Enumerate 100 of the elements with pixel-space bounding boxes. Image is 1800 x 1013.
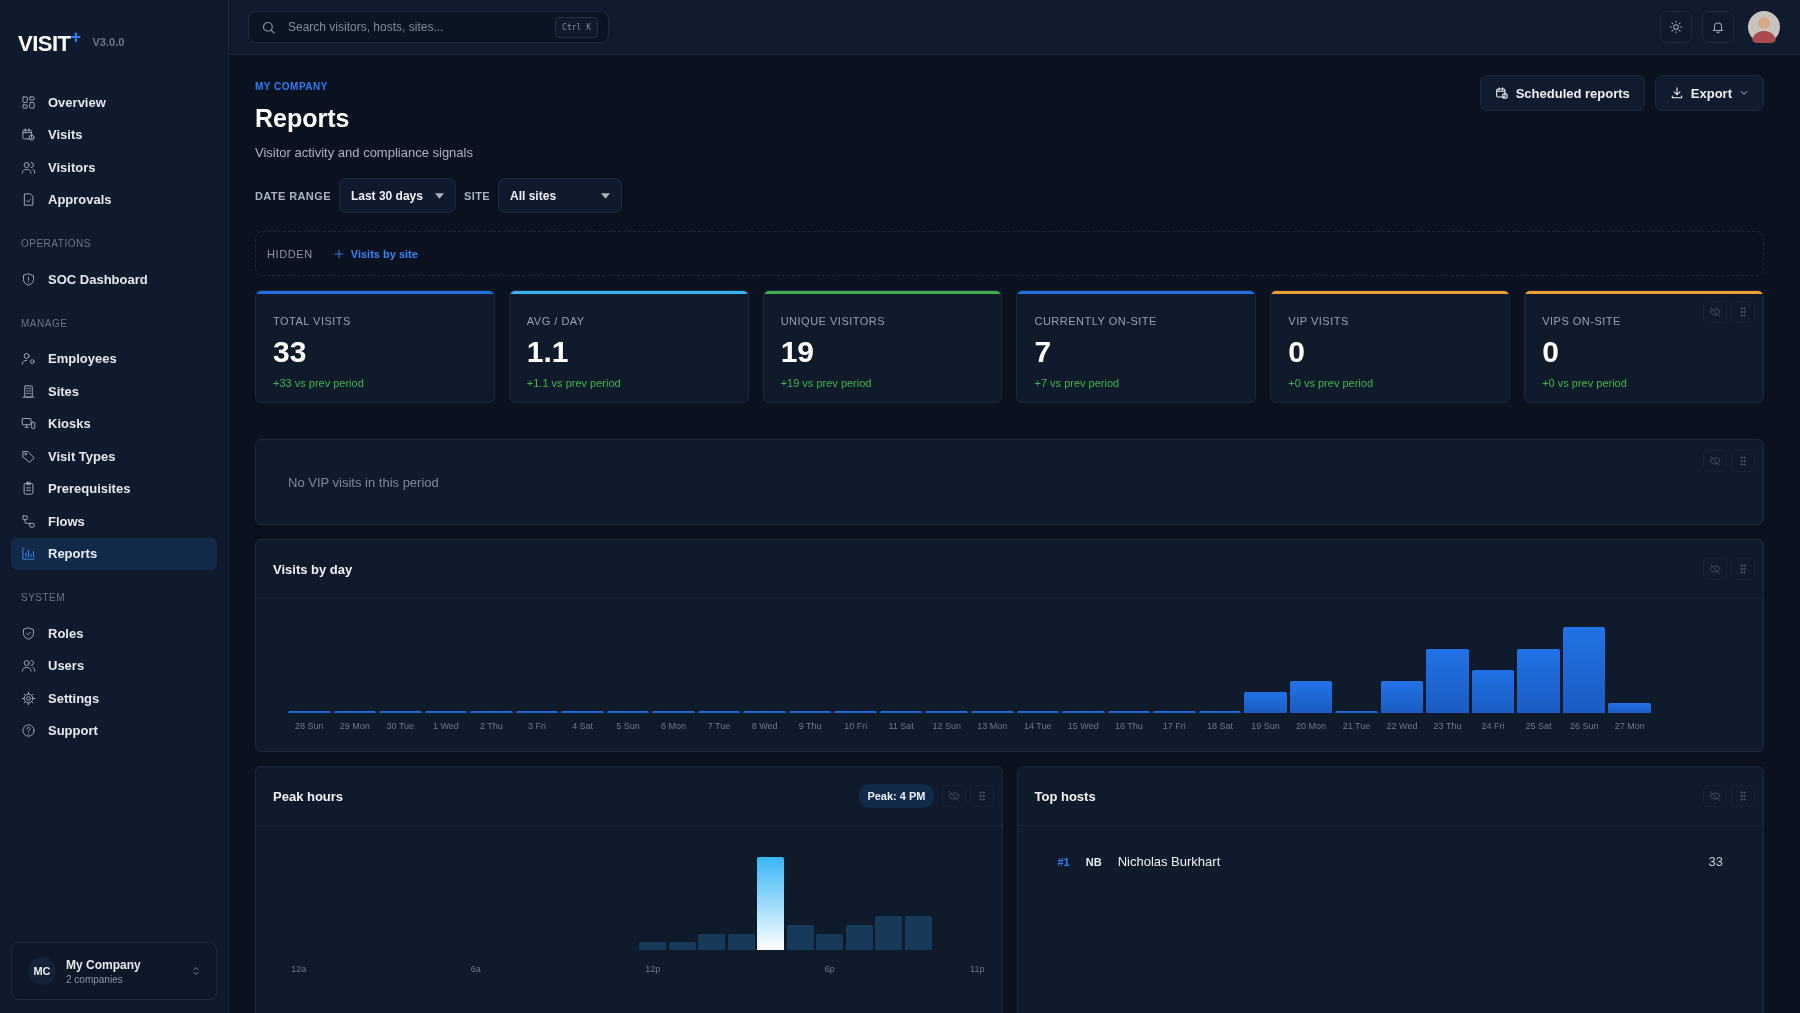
axis-label: 6 Mon — [660, 721, 687, 731]
nav-item[interactable]: Settings — [11, 682, 217, 715]
nav-item[interactable]: Overview — [11, 86, 217, 119]
drag-handle[interactable] — [1731, 301, 1755, 323]
drag-handle[interactable] — [1731, 558, 1755, 580]
sun-icon — [1669, 20, 1683, 34]
stat-label: VIPS ON-SITE — [1542, 315, 1621, 327]
nav-item[interactable]: Visitors — [11, 151, 217, 184]
panel-title: Top hosts — [1034, 788, 1096, 804]
filter-dropdown[interactable]: Last 30 days — [338, 178, 456, 213]
host-visit-count: 33 — [1708, 854, 1723, 869]
stat-delta: +0 vs prev period — [1542, 377, 1628, 389]
grip-icon — [1737, 563, 1749, 575]
nav-item[interactable]: Visits — [11, 118, 217, 151]
stat-label: AVG / DAY — [526, 315, 585, 327]
section-heading: MANAGE — [20, 316, 69, 331]
panel-title: Peak hours — [273, 788, 344, 804]
chevron-updown-icon — [190, 965, 202, 977]
nav-item[interactable]: Support — [11, 714, 217, 747]
filter-dropdown[interactable]: All sites — [498, 178, 623, 213]
hide-widget-button[interactable] — [1703, 558, 1727, 580]
axis-label: 11p — [969, 964, 986, 974]
eye-off-icon — [947, 790, 960, 802]
eye-off-icon — [1709, 455, 1721, 467]
eye-off-icon — [1709, 306, 1721, 318]
export-button[interactable]: Export — [1654, 75, 1764, 111]
nav-item[interactable]: Visit Types — [11, 440, 217, 473]
axis-label: 12a — [290, 964, 308, 974]
user-avatar[interactable] — [1748, 11, 1780, 43]
axis-label: 3 Fri — [526, 721, 547, 731]
search-bar[interactable]: Search visitors, hosts, sites... Ctrl K — [248, 11, 609, 43]
shield-check-icon — [21, 625, 36, 641]
axis-label: 30 Tue — [385, 721, 416, 731]
hide-widget-button[interactable] — [1703, 301, 1727, 323]
nav-item[interactable]: Roles — [11, 617, 217, 650]
theme-toggle-button[interactable] — [1660, 11, 1692, 43]
chart-bar — [904, 916, 932, 950]
chart-bar — [1380, 681, 1424, 713]
stat-value: 1.1 — [526, 335, 570, 369]
grip-icon — [1737, 455, 1749, 467]
notifications-button[interactable] — [1702, 11, 1734, 43]
scheduled-reports-button[interactable]: Scheduled reports — [1479, 75, 1645, 111]
section-heading: SYSTEM — [20, 591, 67, 605]
panel-title: Visits by day — [273, 561, 353, 577]
caret-icon — [434, 192, 444, 199]
stat-label: VIP VISITS — [1288, 315, 1349, 327]
tag-icon — [21, 448, 36, 464]
nav-item[interactable]: Users — [11, 649, 217, 682]
shield-icon — [21, 271, 36, 287]
nav-item[interactable]: Prerequisites — [11, 472, 217, 505]
grip-icon — [1737, 790, 1749, 802]
axis-label: 12 Sun — [931, 721, 962, 731]
axis-label: 28 Sun — [294, 721, 325, 731]
stat-value: 0 — [1288, 335, 1306, 369]
stat-value: 0 — [1542, 335, 1560, 369]
nav-item[interactable]: Approvals — [11, 183, 217, 216]
chart-bar — [1426, 649, 1469, 713]
chart-bar — [1289, 681, 1333, 713]
drag-handle[interactable] — [969, 785, 994, 807]
calendar-icon — [21, 127, 36, 143]
company-switcher[interactable]: MC My Company 2 companies — [11, 942, 217, 1000]
axis-label: 17 Fri — [1161, 721, 1187, 731]
axis-label: 14 Tue — [1023, 721, 1053, 731]
nav-item[interactable]: Kiosks — [11, 407, 217, 440]
restore-widget-link[interactable]: Visits by site — [332, 247, 418, 260]
download-icon — [1669, 86, 1684, 100]
gear-icon — [21, 690, 36, 706]
chart-bar — [698, 934, 726, 950]
hide-widget-button[interactable] — [941, 785, 966, 807]
axis-label: 24 Fri — [1480, 721, 1506, 731]
clipboard-icon — [21, 481, 36, 497]
chart-bar — [1244, 692, 1287, 713]
hide-widget-button[interactable] — [1703, 450, 1727, 472]
drag-handle[interactable] — [1731, 785, 1755, 807]
nav-item[interactable]: Reports — [11, 537, 217, 570]
host-rank: #1 — [1057, 855, 1070, 868]
axis-label: 29 Mon — [338, 721, 371, 731]
caret-icon — [601, 192, 611, 199]
axis-label: 19 Sun — [1250, 721, 1281, 731]
chart-bar — [727, 934, 755, 950]
nav-item[interactable]: Employees — [11, 342, 217, 375]
hide-widget-button[interactable] — [1703, 785, 1727, 807]
nav-item[interactable]: Flows — [11, 505, 217, 538]
page-title: Reports — [255, 104, 351, 133]
axis-label: 23 Thu — [1432, 721, 1463, 731]
axis-label: 11 Sat — [887, 721, 915, 731]
plus-icon — [332, 247, 345, 260]
axis-label: 18 Sat — [1205, 721, 1234, 731]
axis-label: 20 Mon — [1294, 721, 1327, 731]
stat-label: UNIQUE VISITORS — [780, 315, 886, 327]
axis-label: 22 Wed — [1385, 721, 1419, 731]
nav-item[interactable]: Sites — [11, 375, 217, 408]
search-input[interactable]: Search visitors, hosts, sites... — [286, 19, 546, 35]
nav-item[interactable]: SOC Dashboard — [11, 263, 217, 296]
chart-bar — [1517, 649, 1560, 713]
calendar-clock-icon — [1494, 86, 1509, 100]
hidden-label: HIDDEN — [267, 247, 313, 260]
drag-handle[interactable] — [1731, 450, 1755, 472]
page-subtitle: Visitor activity and compliance signals — [255, 145, 473, 160]
axis-label: 16 Thu — [1113, 721, 1144, 731]
